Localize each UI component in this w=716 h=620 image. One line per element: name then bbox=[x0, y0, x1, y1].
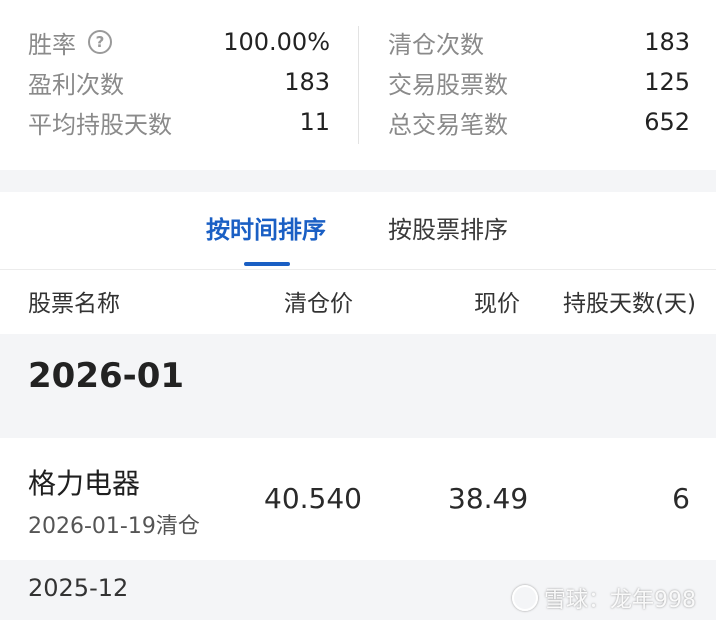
stat-label: 总交易笔数 bbox=[388, 110, 508, 139]
help-icon[interactable]: ? bbox=[88, 30, 112, 54]
current-price: 38.49 bbox=[448, 482, 529, 515]
watermark-text: 雪球：龙年998 bbox=[544, 588, 696, 613]
stat-value: 652 bbox=[644, 108, 690, 136]
column-header-hold-days: 持股天数(天) bbox=[563, 291, 696, 317]
column-header-stock-name: 股票名称 bbox=[28, 291, 120, 317]
stat-clear-count: 清仓次数 183 bbox=[388, 22, 690, 62]
clear-date: 2026-01-19清仓 bbox=[28, 514, 200, 539]
active-tab-indicator bbox=[244, 262, 290, 266]
watermark: 雪球：龙年998 bbox=[512, 582, 696, 614]
stat-label: 胜率 bbox=[28, 30, 76, 59]
month-label: 2025-12 bbox=[28, 574, 129, 602]
stat-value: 100.00% bbox=[223, 28, 330, 56]
tab-sort-by-time[interactable]: 按时间排序 bbox=[206, 210, 326, 245]
stat-value: 183 bbox=[284, 68, 330, 96]
month-group-header: 2026-01 bbox=[0, 334, 716, 438]
stat-profit-count: 盈利次数 183 bbox=[28, 62, 330, 102]
stat-label: 盈利次数 bbox=[28, 70, 124, 99]
stat-avg-hold-days: 平均持股天数 11 bbox=[28, 102, 330, 142]
stats-panel: 胜率 ? 100.00% 盈利次数 183 平均持股天数 11 清仓次数 183… bbox=[0, 0, 716, 170]
stat-value: 125 bbox=[644, 68, 690, 96]
stat-value: 183 bbox=[644, 28, 690, 56]
section-separator bbox=[0, 170, 716, 192]
table-header: 股票名称 清仓价 现价 持股天数(天) bbox=[0, 270, 716, 334]
stat-stock-count: 交易股票数 125 bbox=[388, 62, 690, 102]
stat-label: 交易股票数 bbox=[388, 70, 508, 99]
stat-total-trades: 总交易笔数 652 bbox=[388, 102, 690, 142]
stat-win-rate: 胜率 ? 100.00% bbox=[28, 22, 330, 62]
snowball-logo-icon bbox=[512, 585, 538, 611]
stat-label: 平均持股天数 bbox=[28, 110, 172, 139]
table-row[interactable]: 格力电器 2026-01-19清仓 40.540 38.49 6 bbox=[0, 438, 716, 560]
column-header-clear-price: 清仓价 bbox=[284, 291, 353, 317]
clear-price: 40.540 bbox=[264, 482, 362, 515]
month-label: 2026-01 bbox=[28, 356, 185, 396]
stat-label: 清仓次数 bbox=[388, 30, 484, 59]
column-header-current-price: 现价 bbox=[474, 291, 520, 317]
tab-sort-by-stock[interactable]: 按股票排序 bbox=[388, 210, 508, 245]
stats-divider bbox=[358, 26, 359, 144]
stock-name: 格力电器 bbox=[28, 467, 141, 500]
sort-tabs: 按时间排序 按股票排序 bbox=[0, 192, 716, 270]
stat-value: 11 bbox=[299, 108, 330, 136]
hold-days: 6 bbox=[672, 482, 690, 515]
